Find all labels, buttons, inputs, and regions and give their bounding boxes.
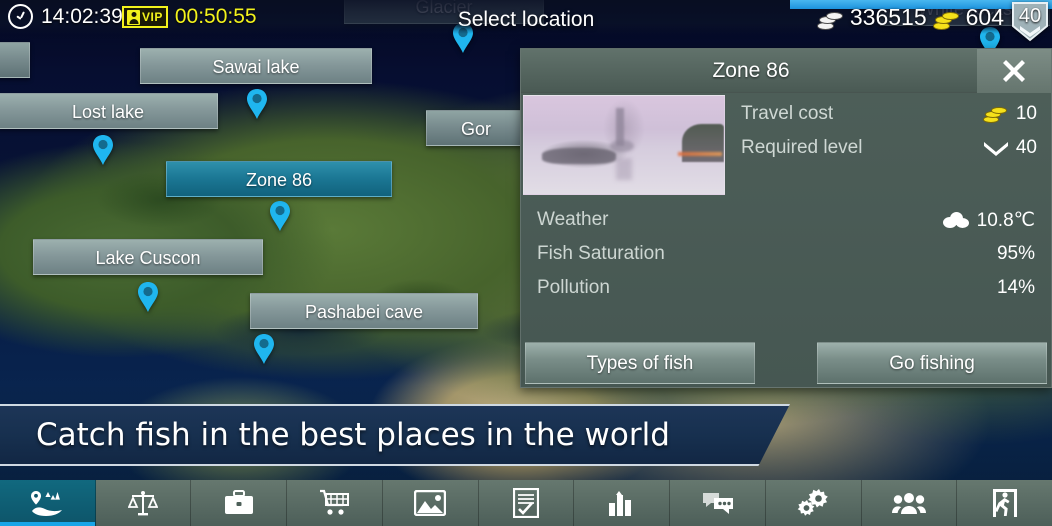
promo-banner-text: Catch fish in the best places in the wor… (36, 417, 670, 453)
map-label-pashabei-cave[interactable]: Pashabei cave (250, 293, 478, 329)
silver-currency[interactable]: 336515 (816, 4, 927, 31)
zone-info-rows: Travel cost 10 Required level 40 (731, 93, 1051, 165)
map-pin-pashabei[interactable] (253, 333, 275, 365)
gold-coins-icon (982, 105, 1009, 123)
cloud-icon (942, 212, 969, 228)
map-label-lost-lake[interactable]: Lost lake (0, 93, 218, 129)
map-location-icon (30, 489, 64, 517)
nav-tasks[interactable] (478, 480, 575, 526)
scales-icon (128, 489, 159, 517)
types-of-fish-button[interactable]: Types of fish (525, 342, 755, 384)
zone-thumbnail (523, 95, 725, 195)
map-label-lake-cuscon[interactable]: Lake Cuscon (33, 239, 263, 275)
row-travel-cost: Travel cost 10 (731, 97, 1051, 131)
go-fishing-button[interactable]: Go fishing (817, 342, 1047, 384)
exit-door-icon (991, 488, 1019, 518)
panel-actions: Types of fish Go fishing (521, 341, 1051, 389)
nav-scales[interactable] (95, 480, 192, 526)
game-screen: GlacierSawai lakeWhite rocksLost lakeGor… (0, 0, 1052, 526)
value-weather: 10.8℃ (942, 209, 1035, 232)
level-number: 40 (1018, 5, 1042, 27)
vip-timer: 00:50:55 (174, 5, 257, 28)
vip-widget[interactable]: VIP 00:50:55 (122, 5, 257, 29)
panel-body: Travel cost 10 Required level 40 Weather 10.… (521, 93, 1051, 389)
map-pin-lost[interactable] (92, 134, 114, 166)
level-badge[interactable]: 40 (1010, 2, 1050, 42)
nav-stats[interactable] (574, 480, 671, 526)
bar-chart-icon (607, 489, 637, 517)
vip-badge[interactable]: VIP (122, 6, 168, 28)
row-required-level: Required level 40 (731, 131, 1051, 165)
gold-coins-amount: 604 (965, 4, 1004, 30)
clock-time: 14:02:39 (41, 4, 123, 28)
map-label-zone-86[interactable]: Zone 86 (166, 161, 392, 197)
chat-bubbles-icon (701, 490, 735, 516)
gears-icon (797, 488, 829, 518)
clock-widget: 14:02:39 (8, 4, 123, 29)
vip-label: VIP (142, 10, 163, 24)
value-required-level: 40 (983, 137, 1037, 159)
zone-info-panel: Zone 86 Travel cost 10 Required level 40 We… (520, 48, 1052, 388)
panel-title: Zone 86 (712, 59, 790, 82)
label-fish-saturation: Fish Saturation (537, 243, 665, 264)
map-label-gorge[interactable]: Gor (426, 110, 526, 146)
silver-coins-icon (816, 6, 845, 30)
bottom-navigation (0, 480, 1052, 526)
value-pollution: 14% (996, 277, 1035, 298)
clock-icon (8, 4, 33, 29)
nav-exit[interactable] (957, 480, 1052, 526)
nav-gallery[interactable] (382, 480, 479, 526)
label-travel-cost: Travel cost (741, 103, 834, 124)
panel-header: Zone 86 (521, 49, 1051, 93)
close-button[interactable] (977, 49, 1051, 93)
nav-map[interactable] (0, 480, 96, 526)
label-required-level: Required level (741, 137, 863, 158)
photo-gallery-icon (414, 490, 447, 516)
checklist-icon (513, 488, 540, 518)
label-pollution: Pollution (537, 277, 610, 298)
shopping-cart-icon (319, 489, 351, 517)
close-icon (1003, 60, 1025, 82)
gold-currency[interactable]: 604 (932, 4, 1004, 31)
map-label-sawai-lake[interactable]: Sawai lake (140, 48, 372, 84)
promo-banner: Catch fish in the best places in the wor… (0, 404, 790, 466)
value-fish-saturation: 95% (996, 243, 1035, 264)
map-pin-sawai[interactable] (246, 88, 268, 120)
gold-coins-icon (932, 6, 961, 30)
currency-widget: 336515 604 (816, 4, 1004, 31)
top-status-bar: 14:02:39 VIP 00:50:55 336515 604 40 Sele… (0, 0, 1052, 42)
briefcase-icon (223, 490, 255, 516)
row-fish-saturation: Fish Saturation 95% (537, 237, 1035, 271)
nav-chat[interactable] (670, 480, 766, 526)
row-pollution: Pollution 14% (537, 271, 1035, 305)
value-travel-cost: 10 (982, 103, 1037, 125)
nav-friends[interactable] (861, 480, 958, 526)
map-pin-zone86[interactable] (269, 200, 291, 232)
row-weather: Weather 10.8℃ (537, 203, 1035, 237)
zone-stat-rows: Weather 10.8℃ Fish Saturation 95% Pollution 1… (521, 203, 1051, 305)
map-pin-cuscon[interactable] (137, 281, 159, 313)
nav-shop[interactable] (287, 480, 383, 526)
people-icon (891, 491, 926, 515)
label-weather: Weather (537, 209, 609, 230)
silver-coins-amount: 336515 (849, 4, 927, 30)
nav-settings[interactable] (765, 480, 862, 526)
nav-inventory[interactable] (191, 480, 288, 526)
vip-person-icon (127, 9, 140, 25)
level-chevron-icon (983, 142, 1008, 156)
map-label-edge-label[interactable] (0, 42, 30, 78)
